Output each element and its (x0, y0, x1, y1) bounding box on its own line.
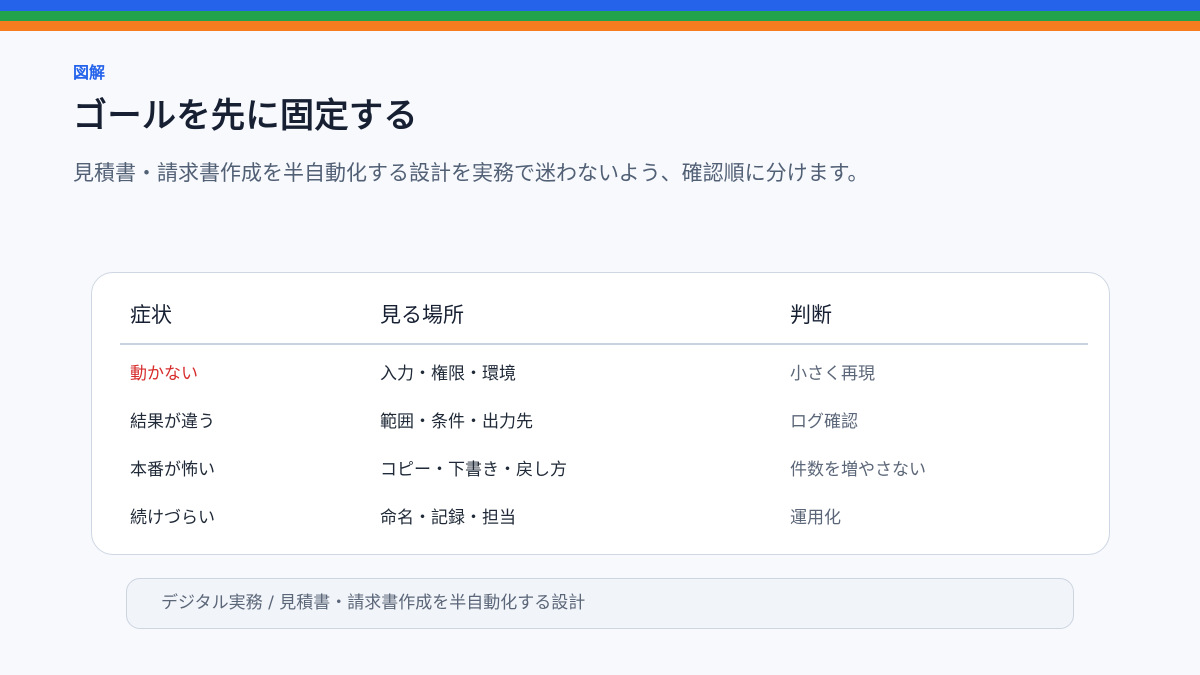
table-row-2-judgement: ログ確認 (790, 412, 858, 432)
stripe-orange (0, 21, 1200, 31)
table-row-4-symptom: 続けづらい (130, 508, 215, 528)
table-row-4-place: 命名・記録・担当 (380, 508, 516, 528)
table-row-1-judgement: 小さく再現 (790, 364, 875, 384)
eyebrow-label: 図解 (73, 63, 106, 82)
footer-breadcrumb-bar: デジタル実務 / 見積書・請求書作成を半自動化する設計 (126, 578, 1074, 629)
header-divider (120, 343, 1088, 345)
table-row-1-symptom: 動かない (130, 364, 198, 384)
page-subtitle: 見積書・請求書作成を半自動化する設計を実務で迷わないよう、確認順に分けます。 (73, 161, 869, 185)
table-row-1-place: 入力・権限・環境 (380, 364, 516, 384)
breadcrumb: デジタル実務 / 見積書・請求書作成を半自動化する設計 (161, 593, 586, 613)
column-header-place: 見る場所 (380, 303, 464, 327)
top-color-stripes (0, 0, 1200, 31)
column-header-symptom: 症状 (130, 303, 172, 327)
table-row-2-symptom: 結果が違う (130, 412, 215, 432)
table-row-3-judgement: 件数を増やさない (790, 460, 926, 480)
stripe-green (0, 11, 1200, 21)
table-row-3-symptom: 本番が怖い (130, 460, 215, 480)
table-row-3-place: コピー・下書き・戻し方 (380, 460, 567, 480)
stripe-blue (0, 0, 1200, 11)
page-title: ゴールを先に固定する (73, 96, 418, 136)
column-header-judgement: 判断 (790, 303, 832, 327)
table-row-4-judgement: 運用化 (790, 508, 841, 528)
diagnosis-table: 症状 見る場所 判断 動かない 入力・権限・環境 小さく再現 結果が違う 範囲・… (91, 272, 1110, 555)
table-row-2-place: 範囲・条件・出力先 (380, 412, 533, 432)
